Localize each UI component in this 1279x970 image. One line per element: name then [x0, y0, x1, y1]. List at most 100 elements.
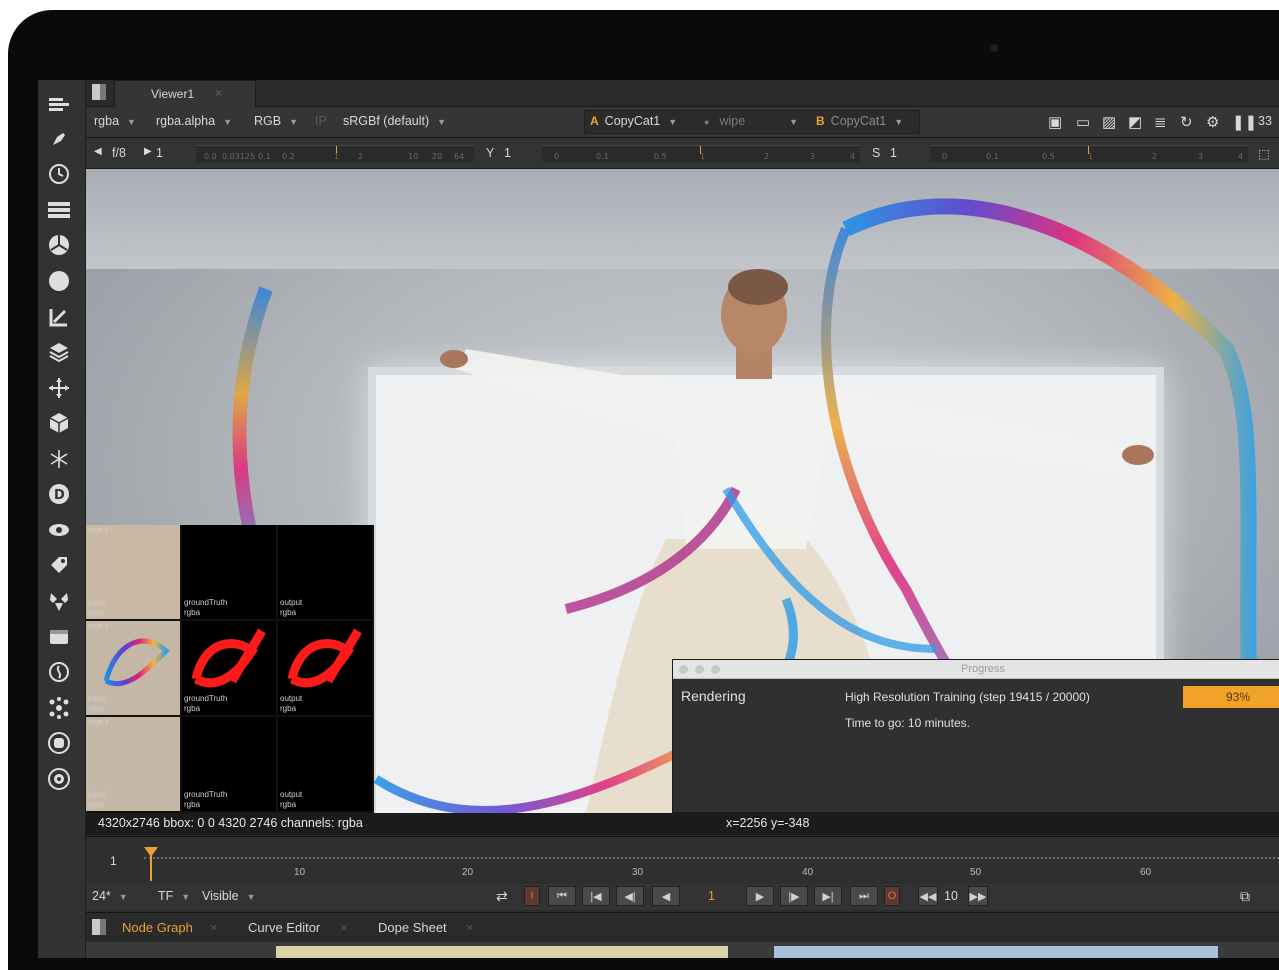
pane-menu-icon[interactable]: [92, 84, 106, 100]
step-forward-increment-icon[interactable]: ▶▶: [968, 886, 988, 906]
prev-keyframe-icon[interactable]: |◀: [582, 886, 610, 906]
wipe-dropdown[interactable]: ● wipe ▼: [704, 114, 798, 128]
stripes-icon[interactable]: ▨: [1102, 113, 1116, 131]
next-keyframe-icon[interactable]: ▶|: [814, 886, 842, 906]
gamma-slider[interactable]: 0 0.1 0.5 1 2 3 4: [542, 145, 860, 162]
gain-value[interactable]: 1: [156, 146, 163, 160]
out-point-button[interactable]: O: [884, 886, 900, 906]
fstop-prev-icon[interactable]: ◀: [94, 146, 102, 157]
sat-tick: 3: [1198, 152, 1204, 161]
gamma-value[interactable]: 1: [504, 146, 511, 160]
particles-icon[interactable]: [47, 447, 71, 471]
views-icon[interactable]: [47, 518, 71, 542]
colorspace-dropdown[interactable]: sRGBf (default) ▼: [343, 114, 446, 128]
gain-tick: 0.03125: [222, 152, 256, 161]
timeline-start[interactable]: 1: [110, 854, 117, 868]
play-forward-icon[interactable]: ▶: [746, 886, 774, 906]
timeline[interactable]: 1 10 20 30 40 50 60: [86, 836, 1279, 885]
close-icon[interactable]: ×: [340, 920, 348, 935]
gamma-tick: 0.5: [654, 152, 667, 161]
thumb-crop-label: crop 2: [89, 623, 109, 630]
channel-icon[interactable]: [47, 198, 71, 222]
ip-button[interactable]: IP: [315, 114, 327, 128]
merge-icon[interactable]: [47, 340, 71, 364]
close-icon[interactable]: ×: [466, 920, 474, 935]
transform-icon[interactable]: [47, 376, 71, 400]
backdrop-node[interactable]: [276, 946, 728, 958]
playhead-line: [150, 855, 152, 881]
channels-dropdown[interactable]: rgba ▼: [94, 114, 136, 128]
chevron-down-icon: ▼: [223, 117, 232, 127]
step-back-increment-icon[interactable]: ◀◀: [918, 886, 938, 906]
tf-dropdown[interactable]: TF ▼: [158, 889, 190, 903]
in-point-button[interactable]: I: [524, 886, 540, 906]
tab-node-graph[interactable]: Node Graph: [122, 920, 193, 935]
backdrop-node[interactable]: [774, 946, 1218, 958]
alpha-dropdown[interactable]: rgba.alpha ▼: [156, 114, 232, 128]
last-frame-icon[interactable]: ⏭: [850, 886, 878, 906]
step-forward-icon[interactable]: |▶: [780, 886, 808, 906]
pause-icon[interactable]: ❚❚: [1232, 113, 1257, 131]
lines-icon[interactable]: ≣: [1154, 113, 1167, 131]
3d-icon[interactable]: [47, 411, 71, 435]
sat-tick: 0.5: [1042, 152, 1055, 161]
draw-icon[interactable]: [47, 127, 71, 151]
color-icon[interactable]: [47, 233, 71, 257]
step-back-icon[interactable]: ◀|: [616, 886, 644, 906]
fps-dropdown[interactable]: 24* ▼: [92, 889, 128, 903]
tab-viewer1[interactable]: Viewer1 ×: [114, 80, 256, 107]
other-icon[interactable]: [47, 625, 71, 649]
visible-dropdown[interactable]: Visible ▼: [202, 889, 256, 903]
image-icon[interactable]: [47, 92, 71, 116]
gain-tick: 10: [408, 152, 419, 161]
timeline-tick: 60: [1140, 867, 1152, 878]
time-icon[interactable]: [47, 162, 71, 186]
gain-slider[interactable]: 0.0 0.03125 0.1 0.2 1 2 10 20 64: [196, 145, 474, 162]
thumbnail-groundtruth: groundTruth rgba: [182, 621, 276, 715]
nuke-app-window: D Viewer1 × rgba ▼ rgba.alpha ▼ RGB ▼ IP…: [38, 80, 1279, 958]
playback-mode-icon[interactable]: ⧉: [1240, 888, 1250, 905]
b-label: B: [816, 114, 825, 128]
first-frame-icon[interactable]: ⏮: [548, 886, 576, 906]
chevron-down-icon: ▼: [668, 117, 678, 127]
saturation-value[interactable]: 1: [890, 146, 897, 160]
increment-value[interactable]: 10: [944, 889, 958, 903]
saturation-slider[interactable]: 0 0.1 0.5 1 2 3 4: [930, 145, 1248, 162]
thumb-sublabel: rgba: [280, 608, 297, 617]
refresh-icon[interactable]: ↻: [1180, 113, 1193, 131]
display-dropdown[interactable]: RGB ▼: [254, 114, 298, 128]
cattery-icon[interactable]: [47, 767, 71, 791]
filter-icon[interactable]: [47, 269, 71, 293]
node-graph-tab-bar: Node Graph × Curve Editor × Dope Sheet ×: [86, 912, 1279, 943]
close-icon[interactable]: ×: [215, 86, 222, 100]
progress-titlebar: Progress: [673, 660, 1279, 679]
loop-icon[interactable]: ⇄: [496, 888, 508, 905]
pane-menu-icon[interactable]: [92, 919, 106, 935]
frame-icon[interactable]: ▭: [1076, 113, 1090, 131]
wipe-value: wipe: [719, 114, 746, 128]
roi-icon[interactable]: ▣: [1048, 113, 1062, 131]
keyer-icon[interactable]: [47, 305, 71, 329]
timeline-tick: 30: [632, 867, 644, 878]
tab-dope-sheet[interactable]: Dope Sheet: [378, 920, 447, 935]
toolsets-icon[interactable]: [47, 589, 71, 613]
b-input-dropdown[interactable]: B CopyCat1 ▼: [816, 114, 903, 128]
play-backward-icon[interactable]: ◀: [652, 886, 680, 906]
gear-icon[interactable]: ⚙: [1206, 113, 1219, 131]
current-frame[interactable]: 1: [708, 889, 715, 903]
tab-curve-editor[interactable]: Curve Editor: [248, 920, 320, 935]
cara-vr-icon[interactable]: [47, 731, 71, 755]
node-graph-area[interactable]: [86, 942, 1279, 958]
metadata-icon[interactable]: [47, 553, 71, 577]
overlay-icon[interactable]: ◩: [1128, 113, 1142, 131]
deep-icon[interactable]: D: [47, 482, 71, 506]
furnace-icon[interactable]: [47, 660, 71, 684]
gain-tick: 0.1: [258, 152, 271, 161]
transport-bar: 24* ▼ TF ▼ Visible ▼ ⇄ I ⏮ |◀ ◀| ◀ 1 ▶ |▶ ▶…: [86, 884, 1279, 910]
fstop-next-icon[interactable]: ▶: [144, 146, 152, 157]
ocula-icon[interactable]: [47, 696, 71, 720]
close-icon[interactable]: ×: [210, 920, 218, 935]
gamma-tick: 0: [554, 152, 560, 161]
region-icon[interactable]: ⬚: [1258, 146, 1270, 161]
a-input-dropdown[interactable]: A CopyCat1 ▼: [590, 114, 677, 128]
